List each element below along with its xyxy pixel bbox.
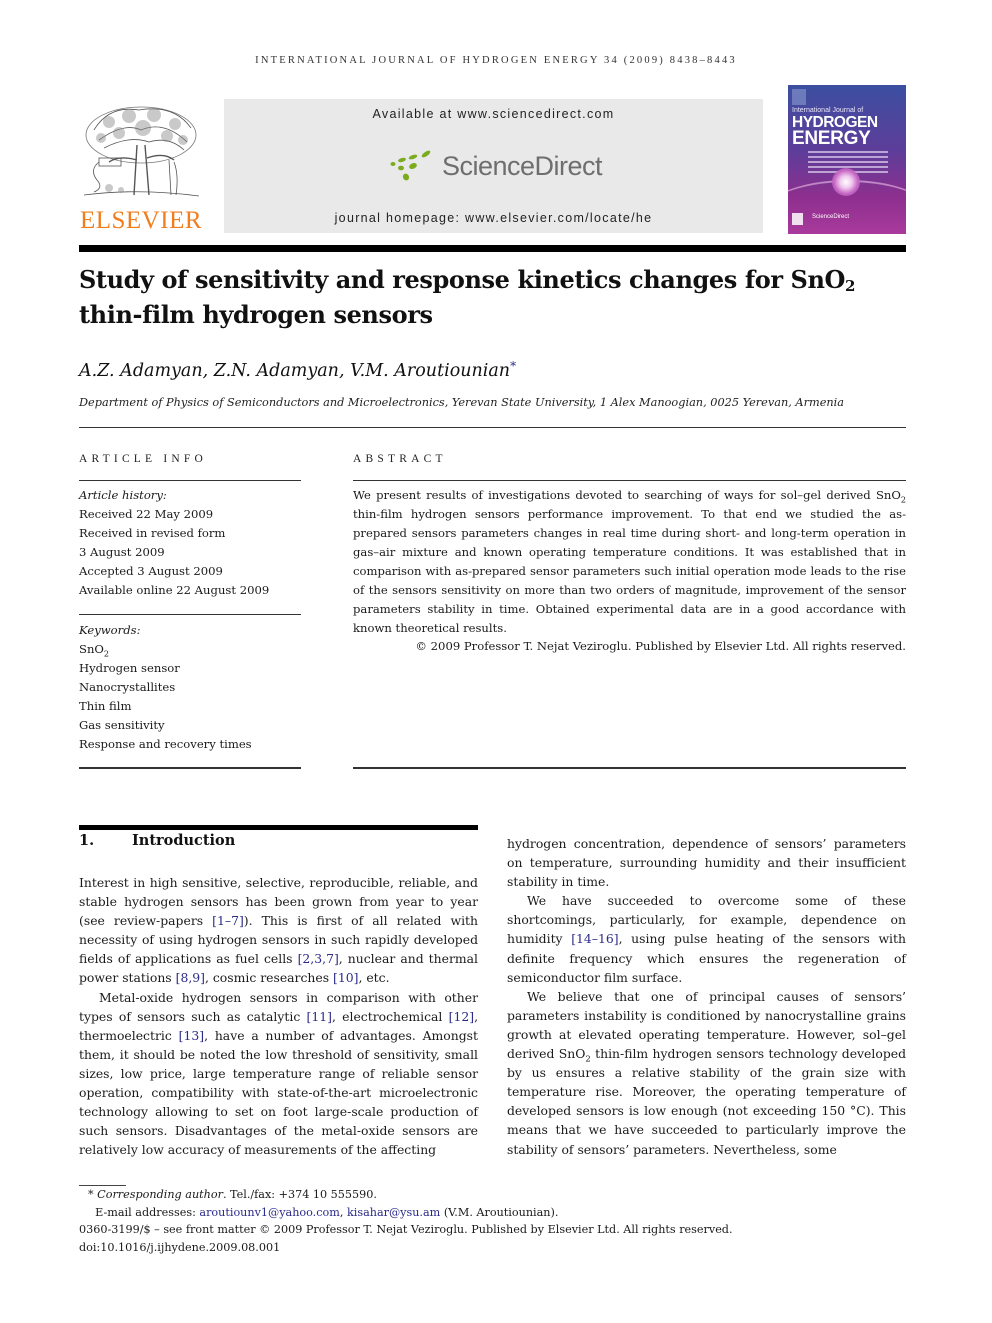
abstract-subscript: 2 bbox=[900, 495, 906, 505]
article-history-label: Article history: bbox=[79, 488, 167, 502]
cover-title-line3: ENERGY bbox=[792, 128, 871, 149]
citation-link[interactable]: [13] bbox=[179, 1028, 204, 1043]
history-item: 3 August 2009 bbox=[79, 545, 165, 559]
text: , have a number of advantages. Amongst t… bbox=[79, 1027, 478, 1158]
cover-title-line1: International Journal of bbox=[792, 107, 864, 114]
section-number: 1. bbox=[79, 832, 95, 849]
history-item: Available online 22 August 2009 bbox=[79, 583, 270, 597]
keyword-item: Response and recovery times bbox=[79, 737, 252, 751]
sciencedirect-banner: Available at www.sciencedirect.com Scien… bbox=[224, 99, 763, 233]
keyword-item: Thin film bbox=[79, 699, 132, 713]
article-history: Article history: Received 22 May 2009 Re… bbox=[79, 486, 309, 600]
citation-link[interactable]: [8,9] bbox=[176, 970, 205, 985]
keywords-label: Keywords: bbox=[79, 623, 141, 637]
article-info-divider bbox=[79, 480, 301, 481]
footnotes: * Corresponding author. Tel./fax: +374 1… bbox=[79, 1186, 909, 1256]
cover-badge-icon bbox=[792, 213, 803, 225]
cover-orb-graphic bbox=[832, 168, 860, 196]
history-item: Received 22 May 2009 bbox=[79, 507, 214, 521]
paragraph: We believe that one of principal causes … bbox=[507, 987, 906, 1159]
keyword-item: Gas sensitivity bbox=[79, 718, 165, 732]
affiliation-divider bbox=[79, 427, 906, 428]
issn-line: 0360-3199/$ – see front matter © 2009 Pr… bbox=[79, 1223, 733, 1236]
keyword-item: SnO2 bbox=[79, 640, 309, 659]
citation-link[interactable]: [1–7] bbox=[212, 913, 244, 928]
keyword-text: SnO bbox=[79, 642, 104, 656]
header-divider bbox=[79, 245, 906, 252]
body-column-left: Interest in high sensitive, selective, r… bbox=[79, 873, 478, 1159]
text: , electrochemical bbox=[331, 1008, 449, 1024]
paragraph: We have succeeded to overcome some of th… bbox=[507, 891, 906, 986]
email-note: E-mail addresses: aroutiounv1@yahoo.com,… bbox=[79, 1204, 909, 1222]
article-title: Study of sensitivity and response kineti… bbox=[79, 262, 909, 332]
author-list: A.Z. Adamyan, Z.N. Adamyan, V.M. Aroutio… bbox=[79, 359, 516, 381]
footnote-label: Corresponding author bbox=[97, 1188, 223, 1201]
section-title: Introduction bbox=[132, 832, 236, 849]
text: , cosmic researches bbox=[204, 970, 334, 986]
keyword-item: Nanocrystallites bbox=[79, 680, 176, 694]
separator: , bbox=[339, 1205, 347, 1219]
corresponding-author-mark[interactable]: * bbox=[510, 359, 516, 373]
email-link[interactable]: aroutiounv1@yahoo.com bbox=[199, 1206, 339, 1219]
keywords-list: Keywords: SnO2 Hydrogen sensor Nanocryst… bbox=[79, 621, 309, 754]
section-heading-introduction: 1. Introduction bbox=[79, 832, 235, 849]
body-column-right: hydrogen concentration, dependence of se… bbox=[507, 834, 906, 1159]
elsevier-tree-icon bbox=[83, 106, 200, 197]
keywords-divider bbox=[79, 614, 301, 615]
sciencedirect-wordmark: ScienceDirect bbox=[442, 151, 603, 181]
abstract-copyright: © 2009 Professor T. Nejat Veziroglu. Pub… bbox=[415, 639, 906, 653]
citation-link[interactable]: [14–16] bbox=[571, 931, 618, 946]
title-text: Study of sensitivity and response kineti… bbox=[79, 265, 846, 294]
elsevier-logo[interactable]: ELSEVIER bbox=[79, 100, 203, 235]
footnote-mark: * bbox=[88, 1188, 94, 1201]
abstract-text: thin-film hydrogen sensors performance i… bbox=[353, 507, 906, 635]
cover-sciencedirect-label: ScienceDirect bbox=[812, 214, 850, 220]
abstract-bottom-divider bbox=[353, 767, 906, 769]
available-at-link[interactable]: Available at www.sciencedirect.com bbox=[224, 107, 763, 121]
affiliation: Department of Physics of Semiconductors … bbox=[79, 396, 844, 409]
title-subscript: 2 bbox=[845, 277, 856, 295]
history-item: Accepted 3 August 2009 bbox=[79, 564, 223, 578]
abstract-heading: ABSTRACT bbox=[353, 453, 447, 465]
email-owner: (V.M. Aroutiounian). bbox=[440, 1205, 559, 1219]
citation-link[interactable]: [2,3,7] bbox=[298, 951, 339, 966]
citation-link[interactable]: [11] bbox=[307, 1009, 332, 1024]
text: thin-film hydrogen sensors technology de… bbox=[507, 1046, 907, 1157]
keyword-subscript: 2 bbox=[103, 649, 110, 659]
paragraph: hydrogen concentration, dependence of se… bbox=[507, 836, 906, 890]
paragraph: Metal-oxide hydrogen sensors in comparis… bbox=[79, 988, 478, 1160]
abstract-divider bbox=[353, 480, 906, 481]
paragraph: Interest in high sensitive, selective, r… bbox=[79, 873, 478, 988]
journal-cover-image[interactable]: International Journal of HYDROGEN ENERGY… bbox=[788, 85, 906, 234]
doi-link[interactable]: doi:10.1016/j.ijhydene.2009.08.001 bbox=[79, 1239, 909, 1257]
abstract-body: We present results of investigations dev… bbox=[353, 486, 906, 638]
abstract-text: We present results of investigations dev… bbox=[353, 488, 901, 502]
cover-publisher-mark bbox=[792, 89, 806, 105]
sciencedirect-logo[interactable]: ScienceDirect bbox=[389, 147, 603, 187]
section-divider bbox=[79, 825, 478, 830]
elsevier-wordmark: ELSEVIER bbox=[79, 207, 203, 234]
journal-citation: INTERNATIONAL JOURNAL OF HYDROGEN ENERGY… bbox=[255, 55, 737, 66]
sciencedirect-dots-icon bbox=[390, 150, 431, 181]
text: , etc. bbox=[358, 970, 390, 986]
author-names: A.Z. Adamyan, Z.N. Adamyan, V.M. Aroutio… bbox=[79, 361, 511, 381]
running-head: INTERNATIONAL JOURNAL OF HYDROGEN ENERGY… bbox=[0, 55, 992, 66]
corresponding-author-note: * Corresponding author. Tel./fax: +374 1… bbox=[79, 1186, 909, 1204]
email-label: E-mail addresses: bbox=[95, 1205, 200, 1219]
email-link[interactable]: kisahar@ysu.am bbox=[347, 1206, 440, 1219]
citation-link[interactable]: [10] bbox=[333, 970, 358, 985]
article-info-heading: ARTICLE INFO bbox=[79, 453, 207, 465]
title-text-line2: thin-film hydrogen sensors bbox=[79, 300, 433, 329]
citation-link[interactable]: [12] bbox=[449, 1009, 474, 1024]
keyword-item: Hydrogen sensor bbox=[79, 661, 180, 675]
history-item: Received in revised form bbox=[79, 526, 226, 540]
article-info-bottom-divider bbox=[79, 767, 301, 769]
phone-text: . Tel./fax: +374 10 555590. bbox=[222, 1188, 377, 1201]
journal-homepage-link[interactable]: journal homepage: www.elsevier.com/locat… bbox=[224, 211, 763, 225]
